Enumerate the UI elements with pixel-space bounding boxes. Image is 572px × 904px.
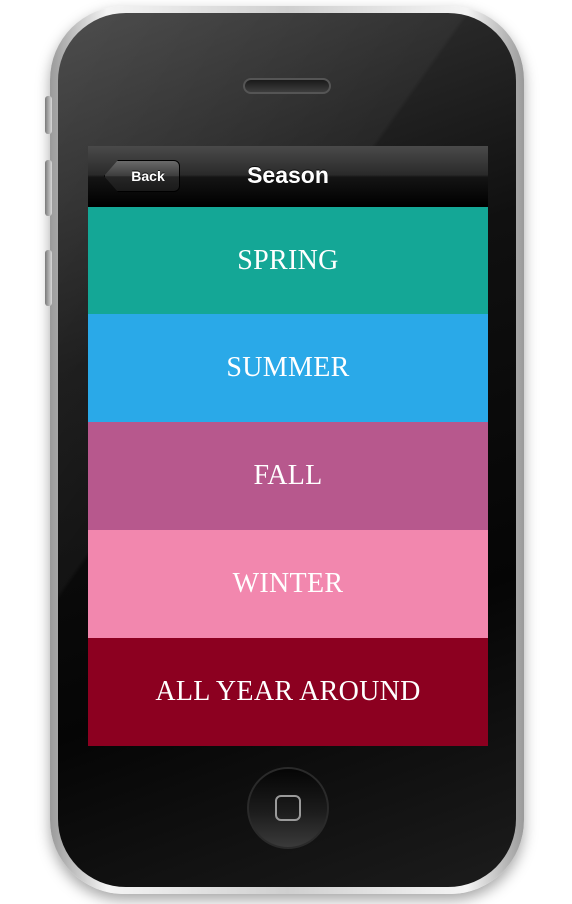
home-icon xyxy=(275,795,301,821)
season-item-winter[interactable]: WINTER xyxy=(88,530,488,638)
speaker-icon xyxy=(243,78,331,94)
navigation-bar: Back Season xyxy=(88,146,488,207)
season-item-fall[interactable]: FALL xyxy=(88,422,488,530)
season-item-all-year[interactable]: ALL YEAR AROUND xyxy=(88,638,488,746)
page-title: Season xyxy=(247,162,329,188)
volume-up-button xyxy=(45,160,52,216)
season-list: SPRING SUMMER FALL WINTER ALL YEAR AROUN… xyxy=(88,207,488,746)
season-item-summer[interactable]: SUMMER xyxy=(88,314,488,422)
phone-screen: Back Season SPRING SUMMER FALL WINTER AL… xyxy=(88,146,488,746)
volume-down-button xyxy=(45,250,52,306)
back-button[interactable]: Back xyxy=(104,160,180,192)
home-button[interactable] xyxy=(247,767,329,849)
season-item-spring[interactable]: SPRING xyxy=(88,207,488,315)
silent-switch xyxy=(45,96,52,134)
